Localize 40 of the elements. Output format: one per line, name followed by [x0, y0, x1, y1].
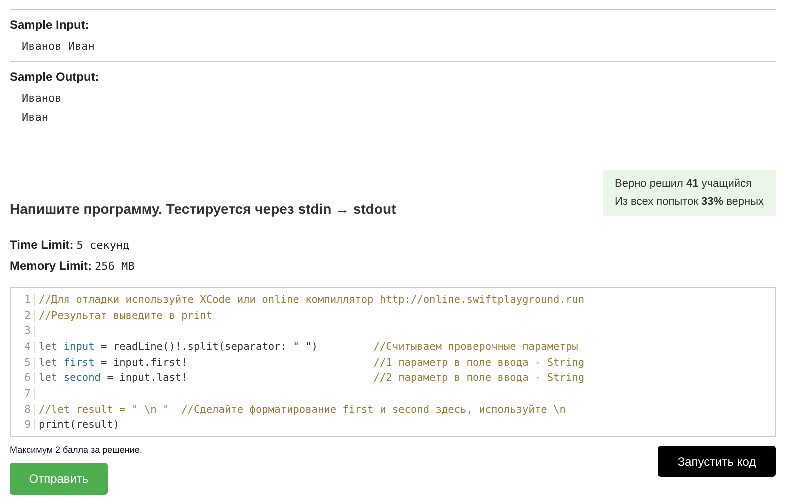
score-note: Максимум 2 балла за решение. — [10, 445, 142, 455]
sample-label: Sample Output: — [10, 70, 100, 84]
line-number: 1 — [11, 294, 35, 306]
stats-text: Из всех попыток 33% верных — [615, 196, 764, 208]
sample-text: Иванов — [21, 91, 63, 107]
line-number: 4 — [11, 340, 35, 353]
code-text: = input.first! — [100, 356, 189, 369]
code-text: = input.last! — [106, 372, 189, 384]
code-variable: input — [64, 340, 95, 353]
line-number: 6 — [11, 372, 35, 384]
line-number: 2 — [11, 310, 35, 322]
code-comment: //let result = " \n " //Сделайте форматирование first и second здесь, используйте \n — [39, 404, 566, 416]
limit-value: 256 MB — [95, 260, 135, 273]
sample-text: Иванов Иван — [21, 39, 96, 55]
limit-label: Memory Limit: — [10, 259, 92, 273]
line-number: 9 — [11, 419, 35, 432]
code-keyword: let — [39, 356, 59, 369]
line-number: 5 — [11, 356, 35, 369]
code-comment: //Результат выведите в print — [39, 310, 213, 322]
line-number: 7 — [11, 388, 35, 400]
sample-label: Sample Input: — [10, 18, 90, 32]
task-heading: Напишите программу. Тестируется через stdin → stdout — [10, 201, 396, 217]
code-keyword: let — [39, 340, 59, 353]
code-text: = readLine()!.split(separator: " ") — [100, 340, 319, 353]
code-variable: first — [64, 356, 95, 369]
limit-value: 5 секунд — [76, 239, 130, 252]
code-comment: //Считываем проверочные параметры — [374, 340, 578, 353]
code-editor[interactable] — [10, 287, 776, 437]
code-comment: //2 параметр в поле ввода - String — [374, 372, 585, 384]
sample-text: Иван — [21, 110, 50, 126]
run-code-button[interactable]: Запустить код — [658, 446, 776, 477]
code-comment: //Для отладки используйте XCode или online компиллятор http://online.swiftplayground.run — [39, 294, 585, 306]
code-comment: //1 параметр в поле ввода - String — [374, 356, 585, 369]
line-number: 8 — [11, 404, 35, 416]
stats-text: Верно решил 41 учащийся — [615, 178, 753, 190]
code-keyword: let — [39, 372, 59, 384]
limit-label: Time Limit: — [10, 238, 74, 252]
line-number: 3 — [11, 325, 35, 338]
code-text: print(result) — [39, 419, 120, 432]
code-variable: second — [64, 372, 102, 384]
